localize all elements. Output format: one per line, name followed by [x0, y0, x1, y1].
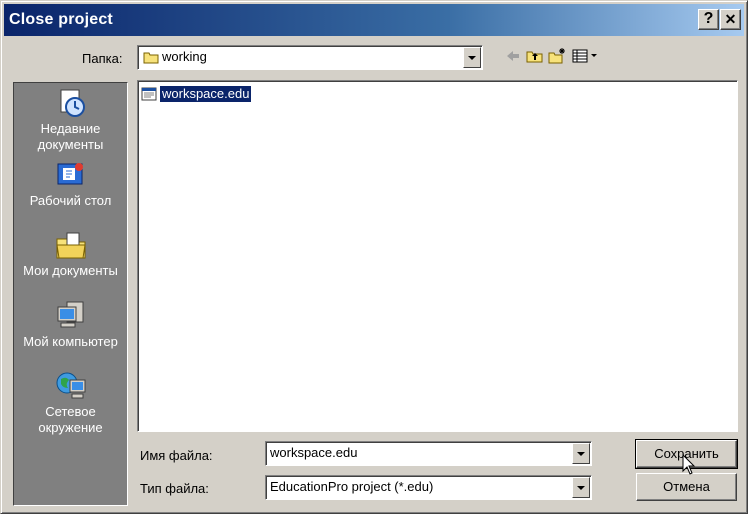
mouse-cursor-icon [682, 454, 696, 475]
chevron-down-icon [577, 452, 585, 456]
chevron-down-icon [468, 56, 476, 60]
place-network[interactable]: Сетевое окружение [14, 370, 127, 436]
filename-dropdown-button[interactable] [572, 443, 590, 464]
view-menu-icon[interactable] [572, 47, 600, 65]
file-list[interactable]: workspace.edu [137, 80, 738, 432]
back-arrow-icon[interactable] [504, 47, 522, 65]
place-my-computer[interactable]: Мой компьютер [14, 300, 127, 350]
place-recent-documents[interactable]: Недавние документы [14, 87, 127, 153]
save-dialog: Close project ? ✕ Папка: working Недавни… [0, 0, 748, 514]
place-label: Мои документы [23, 263, 118, 278]
up-one-level-icon[interactable] [526, 47, 544, 65]
lookin-combo[interactable]: working [137, 45, 483, 70]
edu-file-icon [141, 87, 157, 101]
my-computer-icon [57, 301, 83, 328]
chevron-down-icon [577, 486, 585, 490]
filename-combo[interactable]: workspace.edu [265, 441, 592, 466]
file-name: workspace.edu [158, 85, 253, 103]
window-title: Close project [9, 11, 113, 28]
lookin-label: Папка: [82, 51, 123, 66]
help-button[interactable]: ? [698, 9, 719, 30]
title-bar[interactable]: Close project ? ✕ [4, 4, 744, 36]
lookin-value: working [162, 49, 207, 64]
filename-value[interactable]: workspace.edu [270, 445, 357, 460]
filetype-value: EducationPro project (*.edu) [270, 479, 434, 494]
place-label: Недавние документы [37, 121, 104, 152]
close-button[interactable]: ✕ [720, 9, 741, 30]
place-desktop[interactable]: Рабочий стол [14, 159, 127, 209]
place-label: Мой компьютер [23, 334, 118, 349]
filename-label: Имя файла: [140, 448, 213, 463]
filetype-dropdown-button[interactable] [572, 477, 590, 498]
desktop-icon [57, 163, 83, 185]
places-bar: Недавние документы Рабочий стол Мои доку… [13, 82, 128, 506]
my-documents-icon [55, 232, 86, 259]
network-places-icon [56, 372, 85, 399]
recent-documents-icon [60, 89, 85, 117]
place-label: Рабочий стол [29, 193, 112, 208]
place-my-documents[interactable]: Мои документы [14, 229, 127, 279]
place-label: Сетевое окружение [38, 404, 103, 435]
folder-icon [143, 52, 159, 64]
cancel-button[interactable]: Отмена [636, 473, 737, 501]
list-item[interactable]: workspace.edu [141, 85, 253, 103]
filetype-label: Тип файла: [140, 481, 209, 496]
lookin-dropdown-button[interactable] [463, 47, 481, 68]
new-folder-icon[interactable] [548, 47, 566, 65]
filetype-combo[interactable]: EducationPro project (*.edu) [265, 475, 592, 500]
